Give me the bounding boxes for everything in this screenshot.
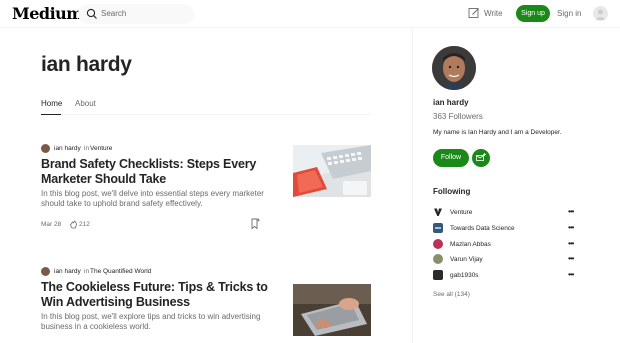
sign-in-link[interactable]: Sign in (557, 9, 581, 18)
avatar-icon (433, 254, 443, 264)
in-label: in (84, 145, 90, 152)
medium-logo[interactable]: Medium (12, 4, 83, 23)
post-thumbnail-laptop[interactable] (293, 284, 371, 336)
more-options-icon[interactable]: ••• (568, 223, 574, 232)
following-item[interactable]: Towards Data Science ••• (433, 223, 578, 234)
profile-bio: My name is Ian Hardy and I am a Develope… (433, 129, 562, 136)
post-title[interactable]: The Cookieless Future: Tips & Tricks to … (41, 280, 276, 310)
post-excerpt[interactable]: In this blog post, we'll delve into esse… (41, 189, 276, 209)
post-date: Mar 28 (41, 221, 62, 228)
following-heading: Following (433, 187, 471, 196)
post-excerpt[interactable]: In this blog post, we'll explore tips an… (41, 312, 276, 332)
search-bar[interactable]: Search (78, 4, 194, 24)
post-title[interactable]: Brand Safety Checklists: Steps Every Mar… (41, 157, 276, 187)
write-icon (468, 8, 479, 18)
more-options-icon[interactable]: ••• (568, 207, 574, 216)
search-placeholder: Search (101, 9, 127, 18)
more-options-icon[interactable]: ••• (568, 239, 574, 248)
following-item[interactable]: Varun Vijay ••• (433, 254, 578, 265)
following-item[interactable]: gab1930s ••• (433, 270, 578, 281)
following-name: Mazlan Abbas (450, 241, 491, 248)
publication-name[interactable]: The Quantified World (90, 268, 151, 275)
follower-count[interactable]: 363 Followers (433, 112, 483, 121)
towards-data-science-logo-icon (433, 223, 443, 233)
following-name: Venture (450, 209, 473, 216)
following-item[interactable]: Venture ••• (433, 207, 578, 218)
author-name[interactable]: ian hardy (54, 268, 81, 275)
following-item[interactable]: Mazlan Abbas ••• (433, 239, 578, 250)
see-all-following-link[interactable]: See all (134) (433, 291, 470, 298)
sign-up-button[interactable]: Sign up (516, 5, 550, 22)
following-name: Varun Vijay (450, 256, 483, 263)
tab-home[interactable]: Home (41, 99, 62, 108)
profile-sidebar: ian hardy 363 Followers My name is Ian H… (412, 28, 620, 343)
bookmark-icon[interactable] (250, 218, 260, 230)
user-avatar-icon[interactable] (593, 6, 608, 21)
profile-tabs: Home About (41, 97, 370, 115)
author-avatar[interactable] (41, 267, 50, 276)
active-tab-indicator (41, 114, 61, 115)
post-thumbnail-keyboard[interactable] (293, 145, 371, 197)
tab-about[interactable]: About (75, 99, 96, 108)
following-name: Towards Data Science (450, 225, 515, 232)
top-navigation-bar: Medium Search Write Sign up Sign in (0, 0, 620, 28)
subscribe-button[interactable] (472, 149, 490, 167)
clap-icon (70, 220, 77, 229)
in-label: in (84, 268, 90, 275)
author-name[interactable]: ian hardy (54, 145, 81, 152)
more-options-icon[interactable]: ••• (568, 270, 574, 279)
sidebar-profile-name[interactable]: ian hardy (433, 98, 469, 107)
search-icon (86, 8, 97, 19)
more-options-icon[interactable]: ••• (568, 254, 574, 263)
profile-avatar[interactable] (432, 46, 476, 90)
author-avatar[interactable] (41, 144, 50, 153)
avatar-icon (433, 239, 443, 249)
venture-logo-icon (434, 208, 442, 216)
avatar-icon (433, 270, 443, 280)
write-label: Write (484, 9, 503, 18)
clap-number: 212 (79, 221, 90, 228)
publication-name[interactable]: Venture (90, 145, 112, 152)
following-name: gab1930s (450, 272, 479, 279)
profile-title: ian hardy (41, 53, 132, 76)
mail-plus-icon (476, 153, 486, 161)
follow-button[interactable]: Follow (433, 149, 469, 167)
